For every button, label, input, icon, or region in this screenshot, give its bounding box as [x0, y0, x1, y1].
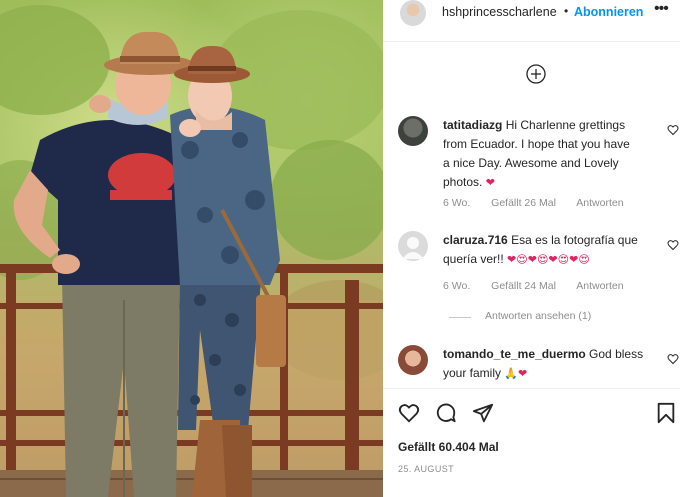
comment-likes[interactable]: Gefällt 26 Mal	[491, 197, 556, 209]
comment-icon[interactable]	[435, 402, 457, 424]
comment-text-line: a nice Day. Awesome and Lovely	[443, 156, 619, 170]
comment-avatar[interactable]	[398, 231, 428, 261]
view-replies-line	[449, 317, 471, 318]
post-like-count[interactable]: Gefällt 60.404 Mal	[398, 440, 499, 454]
heart-icon[interactable]	[398, 402, 420, 424]
instagram-post-view: hshprincesscharlene • Abonnieren ••• tat…	[0, 0, 680, 497]
header-divider	[383, 41, 680, 42]
comment-username[interactable]: tomando_te_me_duermo	[443, 347, 586, 361]
header-separator: •	[564, 4, 569, 18]
comment-body: tatitadiazg Hi Charlenne grettings from …	[443, 116, 663, 192]
share-icon[interactable]	[472, 402, 494, 424]
comment-text-line: quería ver!!	[443, 252, 504, 266]
photo-illustration	[0, 5, 383, 497]
comment-text-line: Esa es la fotografía que	[511, 233, 638, 247]
comment-like-heart-icon[interactable]	[667, 124, 679, 136]
comment-text-line: Hi Charlenne grettings	[505, 118, 626, 132]
load-more-comments-icon[interactable]	[526, 64, 546, 84]
actions-divider	[383, 388, 680, 389]
author-username[interactable]: hshprincesscharlene	[442, 5, 557, 19]
post-date[interactable]: 25. AUGUST	[398, 464, 454, 474]
comment-likes[interactable]: Gefällt 24 Mal	[491, 280, 556, 292]
post-side-panel: hshprincesscharlene • Abonnieren ••• tat…	[383, 0, 680, 497]
comment-emoji: 🙏❤	[504, 367, 528, 380]
comment-time[interactable]: 6 Wo.	[443, 280, 470, 292]
comment-reply-button[interactable]: Antworten	[576, 280, 623, 292]
comment-avatar[interactable]	[398, 345, 428, 375]
comment-avatar[interactable]	[398, 116, 428, 146]
comment-body: claruza.716 Esa es la fotografía que que…	[443, 231, 663, 269]
comment-username[interactable]: claruza.716	[443, 233, 508, 247]
comment-emoji: ❤	[485, 176, 495, 189]
comment-text-line: photos.	[443, 175, 483, 189]
comment-like-heart-icon[interactable]	[667, 353, 679, 365]
bookmark-icon[interactable]	[655, 402, 677, 424]
default-avatar-icon	[402, 237, 424, 259]
comment-meta: 6 Wo. Gefällt 26 Mal Antworten	[443, 197, 642, 209]
more-options-button[interactable]: •••	[654, 0, 669, 18]
post-header: hshprincesscharlene • Abonnieren •••	[383, 0, 680, 26]
view-replies-button[interactable]: Antworten ansehen (1)	[485, 310, 591, 322]
comment-username[interactable]: tatitadiazg	[443, 118, 502, 132]
post-photo[interactable]	[0, 0, 383, 497]
comment-time[interactable]: 6 Wo.	[443, 197, 470, 209]
comment-emoji: ❤😍❤😍❤😍❤😍	[507, 253, 590, 266]
comment-text-line: from Ecuador. I hope that you have	[443, 137, 630, 151]
follow-button[interactable]: Abonnieren	[574, 5, 643, 19]
comment-text-line: God bless	[589, 347, 644, 361]
comment-like-heart-icon[interactable]	[667, 239, 679, 251]
author-avatar[interactable]	[400, 0, 426, 26]
comment-reply-button[interactable]: Antworten	[576, 197, 623, 209]
comment-meta: 6 Wo. Gefällt 24 Mal Antworten	[443, 280, 642, 292]
comment-body: tomando_te_me_duermo God bless your fami…	[443, 345, 663, 383]
comment-text-line: your family	[443, 366, 502, 380]
